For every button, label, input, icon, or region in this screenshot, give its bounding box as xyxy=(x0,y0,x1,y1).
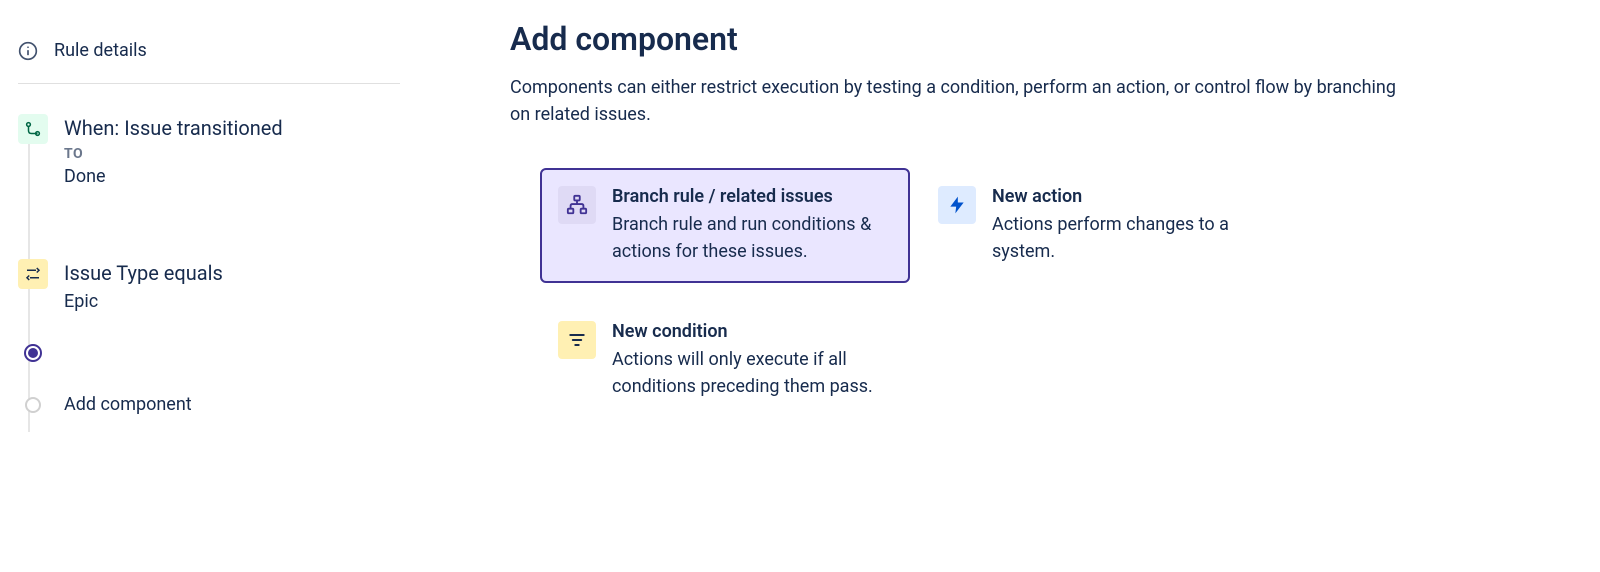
condition-icon xyxy=(18,259,48,289)
component-cards: Branch rule / related issues Branch rule… xyxy=(540,168,1560,418)
branch-rule-card[interactable]: Branch rule / related issues Branch rule… xyxy=(540,168,910,283)
info-icon xyxy=(18,41,38,61)
new-condition-card[interactable]: New condition Actions will only execute … xyxy=(540,303,910,418)
branch-icon xyxy=(558,186,596,224)
action-card-content: New action Actions perform changes to a … xyxy=(992,186,1272,265)
new-action-card[interactable]: New action Actions perform changes to a … xyxy=(920,168,1290,283)
active-dot-icon xyxy=(24,344,42,362)
trigger-title: When: Issue transitioned xyxy=(64,116,283,140)
condition-step[interactable]: Issue Type equals Epic xyxy=(18,259,400,312)
rule-details-label: Rule details xyxy=(54,40,147,61)
action-card-title: New action xyxy=(992,186,1272,207)
rule-timeline: When: Issue transitioned TO Done Issue T… xyxy=(18,114,400,415)
current-marker xyxy=(18,344,400,362)
condition-card-title: New condition xyxy=(612,321,892,342)
branch-card-content: Branch rule / related issues Branch rule… xyxy=(612,186,892,265)
rule-sidebar: Rule details When: Issue transitioned TO… xyxy=(0,0,400,572)
condition-card-content: New condition Actions will only execute … xyxy=(612,321,892,400)
main-panel: Add component Components can either rest… xyxy=(400,0,1600,572)
empty-dot-icon xyxy=(25,397,41,413)
trigger-sublabel: TO xyxy=(64,146,283,162)
condition-content: Issue Type equals Epic xyxy=(64,259,223,312)
add-component-step[interactable]: Add component xyxy=(18,394,400,415)
action-card-desc: Actions perform changes to a system. xyxy=(992,211,1272,265)
condition-value: Epic xyxy=(64,291,223,312)
condition-card-icon xyxy=(558,321,596,359)
rule-details-link[interactable]: Rule details xyxy=(18,40,400,83)
trigger-icon xyxy=(18,114,48,144)
branch-card-title: Branch rule / related issues xyxy=(612,186,892,207)
condition-card-desc: Actions will only execute if all conditi… xyxy=(612,346,892,400)
action-icon xyxy=(938,186,976,224)
add-component-label: Add component xyxy=(64,394,192,415)
condition-title: Issue Type equals xyxy=(64,261,223,285)
trigger-value: Done xyxy=(64,166,283,187)
trigger-step[interactable]: When: Issue transitioned TO Done xyxy=(18,114,400,187)
trigger-content: When: Issue transitioned TO Done xyxy=(64,114,283,187)
page-title: Add component xyxy=(510,20,1560,58)
page-description: Components can either restrict execution… xyxy=(510,74,1410,128)
branch-card-desc: Branch rule and run conditions & actions… xyxy=(612,211,892,265)
divider xyxy=(18,83,400,84)
